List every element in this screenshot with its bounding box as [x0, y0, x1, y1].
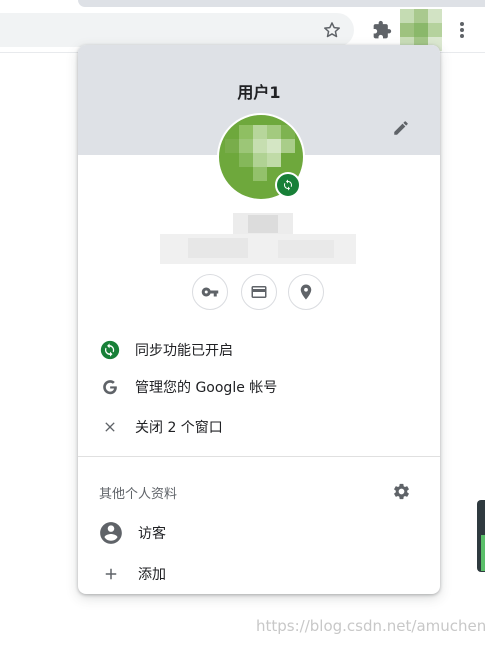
section-divider — [78, 456, 440, 457]
payment-methods-button[interactable] — [241, 274, 277, 310]
redacted-email-detail — [188, 238, 248, 258]
avatar-pixel — [253, 139, 267, 153]
add-label: 添加 — [138, 567, 166, 583]
watermark: https://blog.csdn.net/amuchena — [256, 617, 485, 635]
redacted-name-detail — [248, 215, 278, 233]
sync-icon — [99, 339, 121, 361]
avatar-pixel — [239, 125, 253, 139]
avatar-pixel — [414, 9, 428, 23]
avatar-pixel — [281, 139, 295, 153]
key-icon — [201, 283, 219, 301]
google-g-icon — [99, 376, 121, 398]
address-bar[interactable] — [0, 13, 354, 47]
profile-name: 用户1 — [237, 83, 281, 102]
side-widget-stripe — [481, 535, 485, 571]
sync-status-label: 同步功能已开启 — [135, 343, 233, 359]
manage-account-label: 管理您的 Google 帐号 — [135, 380, 278, 396]
avatar-pixel — [253, 153, 267, 167]
redacted-email-detail — [278, 240, 334, 258]
star-icon[interactable] — [318, 16, 346, 44]
avatar-pixel — [253, 125, 267, 139]
close-icon — [99, 416, 121, 438]
sync-status-row[interactable]: 同步功能已开启 — [78, 331, 440, 369]
close-windows-label: 关闭 2 个窗口 — [135, 420, 223, 436]
gear-icon[interactable] — [389, 479, 413, 503]
addresses-button[interactable] — [288, 274, 324, 310]
guest-label: 访客 — [138, 526, 166, 542]
account-circle-icon — [98, 520, 124, 546]
avatar-pixel — [414, 23, 428, 37]
plus-icon — [98, 561, 124, 587]
credit-card-icon — [250, 283, 268, 301]
sync-badge-icon — [275, 172, 301, 198]
avatar-pixel — [428, 9, 442, 23]
add-profile-row[interactable]: 添加 — [78, 555, 440, 593]
close-windows-row[interactable]: 关闭 2 个窗口 — [78, 408, 440, 446]
avatar-pixel — [239, 153, 253, 167]
avatar-pixel — [253, 167, 267, 181]
avatar-pixel — [267, 125, 281, 139]
avatar-pixel — [267, 139, 281, 153]
passwords-button[interactable] — [192, 274, 228, 310]
other-profiles-heading: 其他个人资料 — [99, 487, 178, 502]
location-pin-icon — [297, 283, 315, 301]
puzzle-icon[interactable] — [368, 16, 396, 44]
avatar-pixel — [239, 139, 253, 153]
manage-account-row[interactable]: 管理您的 Google 帐号 — [78, 368, 440, 406]
avatar-pixel — [267, 153, 281, 167]
avatar-pixel — [428, 23, 442, 37]
profile-menu-popup: 用户1 同步功能已开启 管理您的 Google 帐号 关闭 2 个窗口 其他个人… — [78, 45, 440, 594]
avatar-pixel — [400, 9, 414, 23]
avatar-pixel — [281, 125, 295, 139]
avatar-pixel — [225, 139, 239, 153]
edit-pencil-icon[interactable] — [388, 115, 414, 141]
guest-profile-row[interactable]: 访客 — [78, 514, 440, 552]
avatar-pixel — [400, 23, 414, 37]
more-vert-icon[interactable] — [450, 16, 474, 44]
